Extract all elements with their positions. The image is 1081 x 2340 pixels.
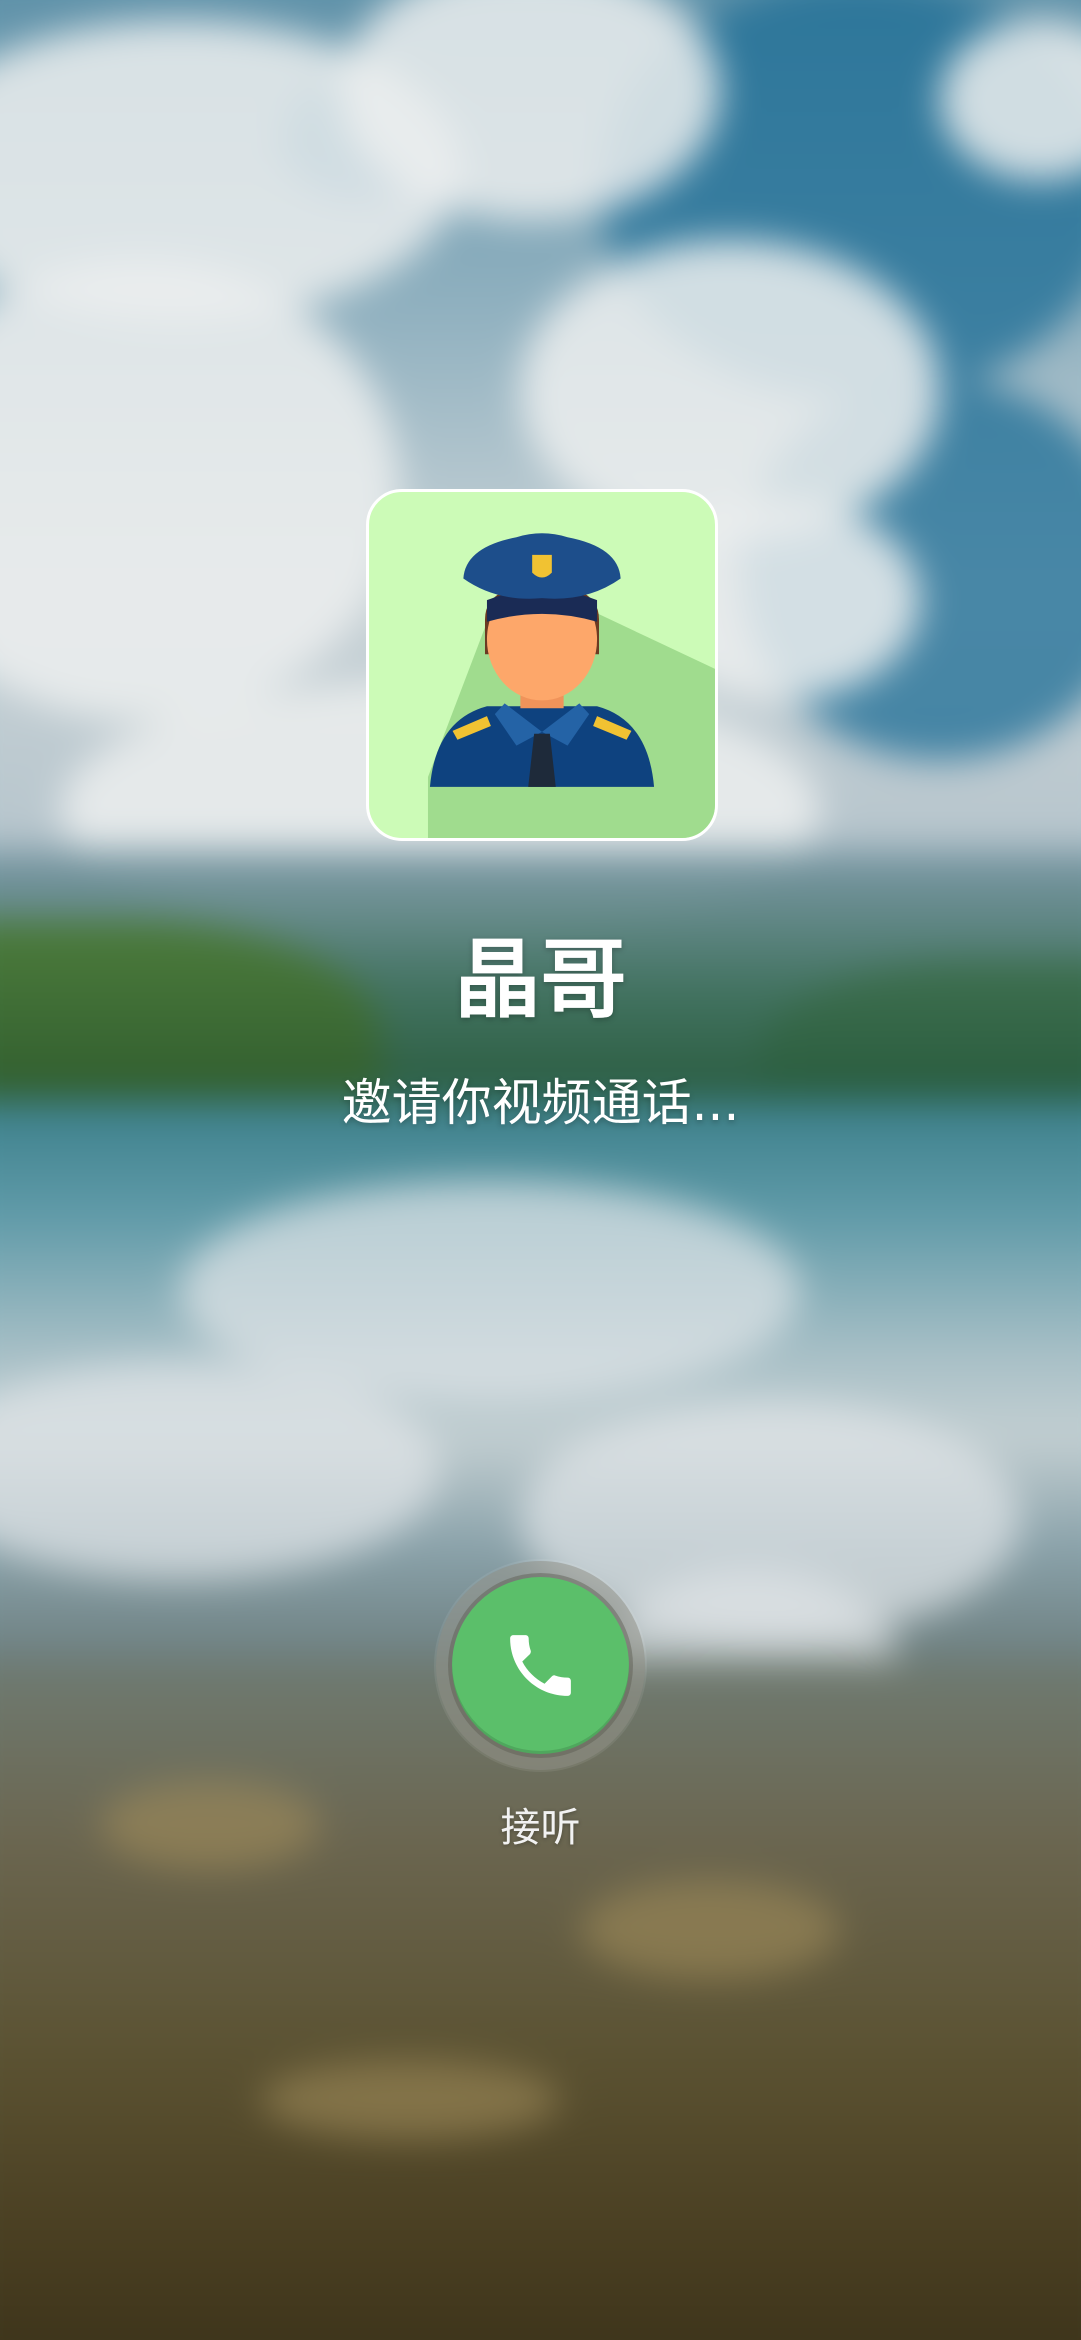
answer-button-face[interactable]	[452, 1577, 629, 1754]
police-officer-avatar-icon	[427, 533, 715, 838]
phone-icon	[510, 1635, 571, 1696]
caller-avatar	[366, 489, 718, 841]
caller-name: 晶哥	[454, 930, 627, 1030]
incoming-video-call-screen: 晶哥 邀请你视频通话... 接听	[0, 0, 1081, 2340]
answer-label: 接听	[500, 1805, 581, 1851]
answer-call-button[interactable]	[436, 1561, 645, 1770]
background-landscape	[0, 0, 1081, 2340]
call-status-text: 邀请你视频通话...	[341, 1074, 740, 1132]
